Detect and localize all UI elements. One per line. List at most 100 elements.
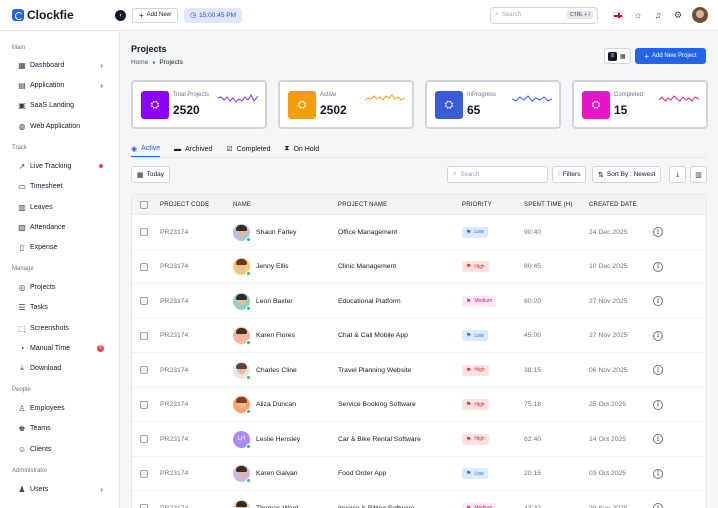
row-checkbox[interactable] xyxy=(140,366,148,374)
col-priority[interactable]: PRIORITY xyxy=(462,195,492,215)
avatar[interactable]: LH xyxy=(233,430,251,449)
col-name[interactable]: NAME xyxy=(233,195,251,215)
member-name[interactable]: Shaun Farley xyxy=(256,229,296,236)
more-options-icon[interactable]: ⋮ xyxy=(653,296,663,306)
row-checkbox[interactable] xyxy=(140,400,148,409)
table-row[interactable]: PR23174 LH Leslie Hensley Car & Bike Rent… xyxy=(132,422,706,457)
table-row[interactable]: PR23174 Leon Baxter Educational Platform… xyxy=(132,284,706,319)
sidebar-item-expense[interactable]: ▯ Expense xyxy=(0,240,119,254)
clock-badge[interactable]: ◷ 15:00:45 PM xyxy=(184,7,242,23)
table-search-input[interactable]: ⌕ Search xyxy=(447,166,548,183)
member-name[interactable]: Leslie Hensley xyxy=(256,436,300,443)
global-search-input[interactable]: ⌕ Search CTRL + / xyxy=(490,6,598,24)
tab-active[interactable]: ◉ Active xyxy=(131,141,161,157)
project-name[interactable]: Food Order App xyxy=(338,457,386,491)
select-all-checkbox[interactable] xyxy=(140,201,148,209)
avatar[interactable] xyxy=(233,396,251,414)
sidebar-item-users[interactable]: ♟ Users › xyxy=(0,482,119,496)
col-project-name[interactable]: PROJECT NAME xyxy=(338,195,387,215)
sidebar-item-manual-time[interactable]: ◔ Manual Time 5 xyxy=(0,341,119,355)
avatar[interactable] xyxy=(233,499,250,508)
row-checkbox[interactable] xyxy=(140,331,148,340)
more-options-icon[interactable]: ⋮ xyxy=(653,468,663,479)
sidebar-item-dashboard[interactable]: ▦ Dashboard › xyxy=(0,58,119,72)
avatar[interactable] xyxy=(233,223,251,242)
breadcrumb-home[interactable]: Home xyxy=(131,59,148,66)
sidebar-collapse-button[interactable]: ‹ xyxy=(115,9,126,21)
sidebar-item-screenshots[interactable]: ⬚ Screenshots xyxy=(0,321,119,335)
project-name[interactable]: Chat & Call Mobile App xyxy=(338,319,408,353)
table-row[interactable]: PR23174 Karen Flores Chat & Call Mobile … xyxy=(132,319,706,353)
avatar[interactable] xyxy=(233,327,251,345)
sidebar-item-projects[interactable]: ◎ Projects xyxy=(0,280,119,294)
project-name[interactable]: Educational Platform xyxy=(338,284,401,318)
more-options-icon[interactable]: ⋮ xyxy=(653,399,663,410)
more-options-icon[interactable]: ⋮ xyxy=(653,261,663,272)
add-new-button[interactable]: + Add New xyxy=(132,7,179,23)
project-name[interactable]: Travel Planning Website xyxy=(338,353,411,387)
row-checkbox[interactable] xyxy=(140,228,148,236)
member-name[interactable]: Thomas Ward xyxy=(256,505,298,508)
export-button[interactable]: ⤓ xyxy=(669,166,686,183)
language-button[interactable] xyxy=(610,7,626,23)
avatar[interactable] xyxy=(233,361,251,380)
table-row[interactable]: PR23174 Jenny Ellis Clinic Management ⚑ H… xyxy=(132,250,706,284)
sidebar-item-clients[interactable]: ☺ Clients xyxy=(0,442,119,456)
col-spent-time[interactable]: SPENT TIME (H) xyxy=(524,195,573,215)
list-view-icon[interactable]: ≡ xyxy=(607,51,617,61)
sidebar-item-web-application[interactable]: ◍ Web Application xyxy=(0,119,119,133)
add-new-project-button[interactable]: + Add New Project xyxy=(635,48,706,64)
col-created-date[interactable]: CREATED DATE xyxy=(589,195,637,215)
filters-button[interactable]: ⫶ Filters xyxy=(552,166,587,183)
more-options-icon[interactable]: ⋮ xyxy=(653,330,663,341)
sidebar-item-application[interactable]: ▤ Application › xyxy=(0,78,119,92)
member-name[interactable]: Jenny Ellis xyxy=(256,263,289,270)
sidebar-item-employees[interactable]: ♙ Employees xyxy=(0,401,119,415)
sidebar-item-tasks[interactable]: ☰ Tasks xyxy=(0,300,119,314)
grid-view-icon[interactable]: ▦ xyxy=(618,52,627,61)
tab-completed[interactable]: ☑ Completed xyxy=(226,141,270,157)
sort-dropdown[interactable]: ⇅ Sort By : Newest xyxy=(592,166,662,183)
member-name[interactable]: Leon Baxter xyxy=(256,298,293,305)
more-options-icon[interactable]: ⋮ xyxy=(653,434,663,444)
sidebar-item-saas-landing[interactable]: ▣ SaaS Landing xyxy=(0,98,119,112)
notifications-button[interactable]: ♫ xyxy=(650,7,666,23)
sidebar-item-leaves[interactable]: ▥ Leaves xyxy=(0,200,119,214)
row-checkbox[interactable] xyxy=(140,297,148,305)
project-name[interactable]: Car & Bike Rental Software xyxy=(338,422,421,456)
settings-button[interactable]: ⚙ xyxy=(670,7,686,23)
member-name[interactable]: Aliza Duncan xyxy=(256,401,296,408)
sidebar-item-timesheet[interactable]: ▭ Timesheet xyxy=(0,179,119,193)
sidebar-item-download[interactable]: ⤓ Download xyxy=(0,361,119,375)
row-checkbox[interactable] xyxy=(140,504,148,508)
table-row[interactable]: PR23174 Aliza Duncan Service Booking Sof… xyxy=(132,388,706,422)
row-checkbox[interactable] xyxy=(140,262,148,271)
project-name[interactable]: Office Management xyxy=(338,215,397,249)
date-filter-button[interactable]: ▦ Today xyxy=(131,166,170,183)
columns-button[interactable]: ▥ xyxy=(690,166,707,183)
project-name[interactable]: Service Booking Software xyxy=(338,388,416,422)
sidebar-item-attendance[interactable]: ▧ Attendance xyxy=(0,220,119,234)
sidebar-item-teams[interactable]: ♚ Teams xyxy=(0,421,119,435)
more-options-icon[interactable]: ⋮ xyxy=(653,503,663,508)
tab-on-hold[interactable]: ⧗ On Hold xyxy=(285,141,320,157)
avatar[interactable] xyxy=(233,465,251,483)
row-checkbox[interactable] xyxy=(140,435,148,443)
user-avatar[interactable] xyxy=(692,7,708,23)
tab-archived[interactable]: ▬ Archived xyxy=(174,141,212,157)
row-checkbox[interactable] xyxy=(140,469,148,478)
table-row[interactable]: PR23174 Thomas Ward Invoice & Billing So… xyxy=(132,491,706,508)
table-row[interactable]: PR23174 Karen Galvan Food Order App ⚑ Low… xyxy=(132,457,706,491)
table-row[interactable]: PR23174 Shaun Farley Office Management ⚑… xyxy=(132,215,706,250)
sidebar-item-live-tracking[interactable]: ↗ Live Tracking xyxy=(0,159,119,173)
avatar[interactable] xyxy=(233,292,251,311)
member-name[interactable]: Charles Cline xyxy=(256,367,297,374)
app-logo[interactable]: Clockfie xyxy=(12,8,115,22)
more-options-icon[interactable]: ⋮ xyxy=(653,227,663,237)
member-name[interactable]: Karen Galvan xyxy=(256,470,298,477)
member-name[interactable]: Karen Flores xyxy=(256,332,295,339)
theme-toggle-button[interactable]: ☼ xyxy=(630,7,646,23)
more-options-icon[interactable]: ⋮ xyxy=(653,365,663,375)
project-name[interactable]: Clinic Management xyxy=(338,250,396,284)
col-project-code[interactable]: PROJECT CODE xyxy=(160,195,209,215)
